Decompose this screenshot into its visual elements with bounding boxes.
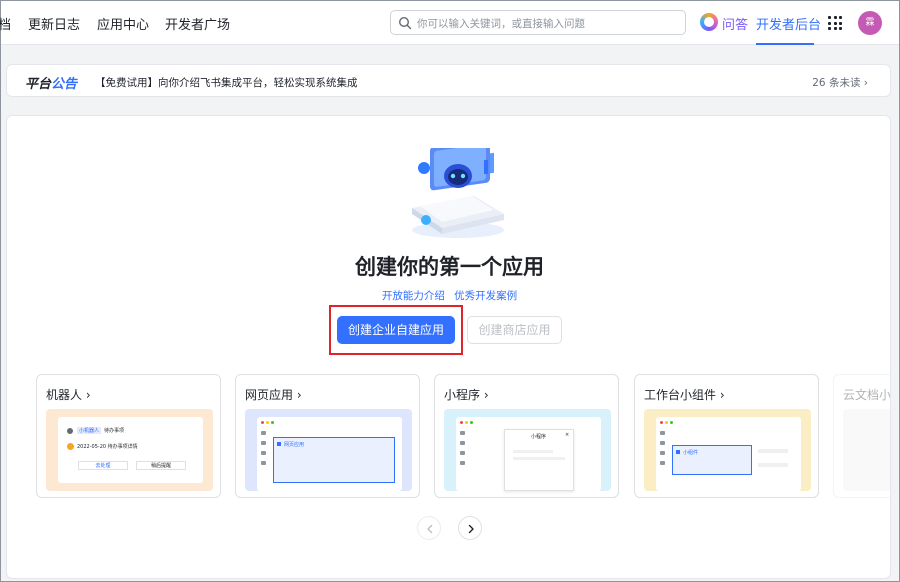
top-nav: 档 更新日志 应用中心 开发者广场 你可以输入关键词，或直接输入问题 问答 开发… [0,1,899,45]
sidebar-icon [660,461,665,465]
announcement-bar: 平台公告 【免费试用】向你介绍飞书集成平台，轻松实现系统集成 26 条未读 › [6,64,891,97]
search-placeholder: 你可以输入关键词，或直接输入问题 [417,18,585,30]
cases-link[interactable]: 优秀开发案例 [454,290,517,302]
create-custom-app-button[interactable]: 创建企业自建应用 [337,316,455,344]
sidebar-icon [460,451,465,455]
previous-page-button[interactable] [417,516,441,540]
web-app-frame: 网页应用 [273,437,395,483]
sidebar-icon [460,441,465,445]
window-close-dot [261,421,264,424]
qa-label: 问答 [722,18,749,33]
placeholder-line [758,449,788,453]
app-type-title: 小程序 › [444,388,489,402]
chevron-right-icon [468,524,474,534]
avatar[interactable]: 霖 [858,11,882,35]
mini-program-preview: 小程序 × [444,409,611,491]
bot-confirm-button: 去处理 [78,461,128,470]
sidebar-icon [460,431,465,435]
sidebar-icon [660,451,665,455]
laptop-robot-illustration [412,148,504,238]
sidebar-icon [660,441,665,445]
window-maximize-dot [470,421,473,424]
bot-tag: 小机器人 [77,427,102,434]
widget-label: 小组件 [683,450,699,456]
bot-preview: 小机器人 待办事项 2022-05-20 待办事项详情 去处理 稍后提醒 [46,409,213,491]
app-type-title: 网页应用 › [245,388,302,402]
app-type-title: 机器人 › [46,388,91,402]
window-maximize-dot [271,421,274,424]
mini-program-dialog-title: 小程序 [531,434,547,440]
announcement-message[interactable]: 【免费试用】向你介绍飞书集成平台，轻松实现系统集成 [95,75,358,90]
window-minimize-dot [465,421,468,424]
bot-task-detail: 2022-05-20 待办事项详情 [77,444,138,450]
mini-program-dialog: 小程序 × [504,429,574,491]
bot-message-card: 小机器人 待办事项 2022-05-20 待办事项详情 去处理 稍后提醒 [58,417,203,483]
nav-item-developer-square[interactable]: 开发者广场 [165,14,230,33]
close-icon: × [565,432,570,438]
capabilities-link[interactable]: 开放能力介绍 [382,290,445,302]
placeholder-line [513,457,565,460]
workplace-window: 小组件 [656,417,801,491]
chevron-left-icon [427,524,433,534]
announcement-brand-part2: 公告 [51,77,78,92]
web-app-preview: 网页应用 [245,409,412,491]
bot-later-button: 稍后提醒 [136,461,186,470]
app-type-title: 工作台小组件 › [644,388,725,402]
placeholder-line [758,463,788,467]
web-app-icon [277,442,281,446]
bot-task-label: 待办事项 [104,428,125,434]
clock-icon [67,443,74,450]
developer-console-link[interactable]: 开发者后台 [756,14,821,33]
app-type-card-bot[interactable]: 机器人 › 小机器人 待办事项 2022-05-20 待办事项详情 去处理 稍后… [36,374,221,498]
sidebar-icon [460,461,465,465]
window-close-dot [460,421,463,424]
sidebar-icon [660,431,665,435]
bot-avatar-icon [67,428,73,434]
widget-icon [676,450,680,454]
mini-program-window: 小程序 × [456,417,601,491]
help-links: 开放能力介绍 优秀开发案例 [7,288,890,303]
announcement-brand: 平台公告 [25,73,77,92]
workplace-widget-preview: 小组件 [644,409,811,491]
nav-item-app-center[interactable]: 应用中心 [97,14,149,33]
unread-count-link[interactable]: 26 条未读 › [812,75,868,90]
active-tab-indicator [756,43,814,45]
app-type-card-mini-program[interactable]: 小程序 › 小程序 × [434,374,619,498]
web-app-window: 网页应用 [257,417,402,491]
create-app-panel: 创建你的第一个应用 开放能力介绍 优秀开发案例 创建企业自建应用 创建商店应用 … [6,115,891,579]
sidebar-icon [261,461,266,465]
nav-item-docs[interactable]: 档 [0,14,11,33]
sidebar-icon [261,441,266,445]
app-type-title: 云文档小组件 › [843,388,891,402]
next-page-button[interactable] [458,516,482,540]
placeholder-line [513,450,553,453]
search-icon [398,16,412,30]
window-maximize-dot [670,421,673,424]
ai-assistant-icon [700,13,718,31]
app-type-card-web-app[interactable]: 网页应用 › 网页应用 [235,374,420,498]
window-close-dot [660,421,663,424]
announcement-brand-part1: 平台 [25,77,52,92]
docs-widget-preview [843,409,890,491]
app-type-card-docs-widget[interactable]: 云文档小组件 › [833,374,891,498]
window-minimize-dot [665,421,668,424]
web-app-tab-label: 网页应用 [284,442,305,448]
sidebar-icon [261,431,266,435]
app-grid-icon[interactable] [828,16,842,30]
page-title: 创建你的第一个应用 [355,255,544,279]
window-minimize-dot [266,421,269,424]
widget-frame: 小组件 [672,445,752,475]
search-input[interactable]: 你可以输入关键词，或直接输入问题 [390,10,686,35]
app-type-card-workplace-widget[interactable]: 工作台小组件 › 小组件 [634,374,819,498]
sidebar-icon [261,451,266,455]
create-store-app-button: 创建商店应用 [467,316,562,344]
nav-item-changelog[interactable]: 更新日志 [28,14,80,33]
